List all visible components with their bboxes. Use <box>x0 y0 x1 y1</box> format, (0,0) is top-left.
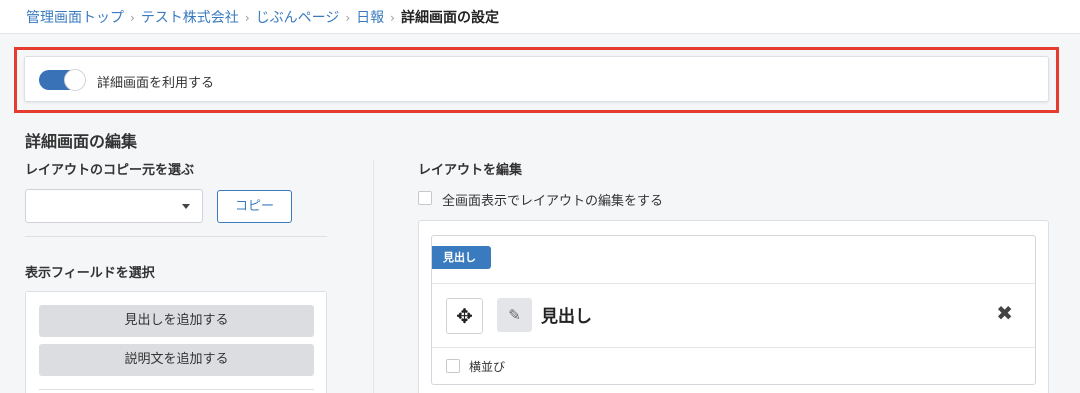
detail-page-toggle-switch[interactable] <box>39 69 86 91</box>
fullscreen-checkbox[interactable] <box>418 191 432 205</box>
inline-checkbox[interactable] <box>446 359 460 373</box>
fields-panel: 見出しを追加する 説明文を追加する <box>25 291 327 393</box>
breadcrumb-my-page[interactable]: じぶんページ <box>256 10 340 26</box>
inline-checkbox-label[interactable]: 横並び <box>469 358 505 375</box>
copy-button[interactable]: コピー <box>217 190 292 223</box>
heading-block: 見出し ✥ ✎ 見出し ✖ 横並び <box>431 235 1036 385</box>
copy-source-select[interactable] <box>25 189 203 223</box>
add-heading-button[interactable]: 見出しを追加する <box>39 305 314 337</box>
breadcrumb-daily-report[interactable]: 日報 <box>356 10 384 26</box>
copy-source-label: レイアウトのコピー元を選ぶ <box>25 163 195 178</box>
section-title: 詳細画面の編集 <box>25 132 138 151</box>
close-icon[interactable]: ✖ <box>996 301 1013 325</box>
chevron-down-icon <box>182 204 190 209</box>
move-icon[interactable]: ✥ <box>446 298 483 334</box>
fullscreen-checkbox-label[interactable]: 全画面表示でレイアウトの編集をする <box>442 190 663 209</box>
layout-edit-label: レイアウトを編集 <box>418 163 523 178</box>
breadcrumb-admin-top[interactable]: 管理画面トップ <box>26 10 124 26</box>
divider <box>432 283 1035 284</box>
divider <box>432 347 1035 348</box>
breadcrumb-separator: › <box>345 11 351 25</box>
edit-icon[interactable]: ✎ <box>497 298 532 332</box>
block-type-badge: 見出し <box>432 246 491 269</box>
column-divider <box>373 160 374 393</box>
breadcrumb: 管理画面トップ › テスト株式会社 › じぶんページ › 日報 › 詳細画面の設定 <box>0 0 1080 34</box>
detail-page-toggle-label: 詳細画面を利用する <box>97 76 215 91</box>
detail-page-toggle-card: 詳細画面を利用する <box>24 56 1049 102</box>
fields-label: 表示フィールドを選択 <box>25 266 155 281</box>
divider <box>25 236 327 237</box>
breadcrumb-separator: › <box>244 11 250 25</box>
breadcrumb-company[interactable]: テスト株式会社 <box>141 10 239 26</box>
breadcrumb-separator: › <box>390 11 395 25</box>
breadcrumb-separator: › <box>130 11 135 25</box>
divider <box>39 389 314 390</box>
block-heading-text: 見出し <box>541 307 592 327</box>
toggle-knob <box>64 69 86 91</box>
add-description-button[interactable]: 説明文を追加する <box>39 344 314 376</box>
breadcrumb-current: 詳細画面の設定 <box>400 10 499 26</box>
layout-panel: 見出し ✥ ✎ 見出し ✖ 横並び <box>418 220 1049 393</box>
